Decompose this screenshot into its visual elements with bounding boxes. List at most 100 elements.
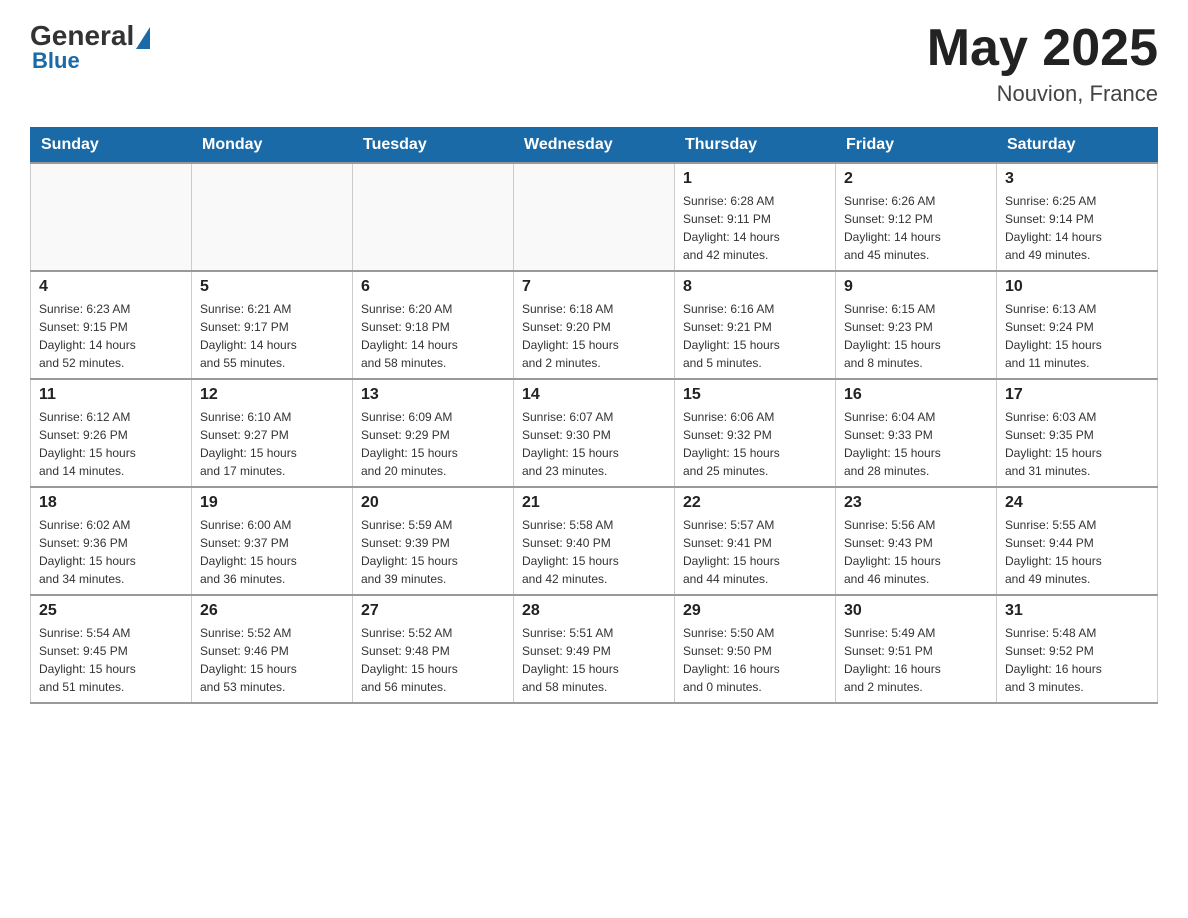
logo-triangle-icon	[136, 27, 150, 49]
day-number: 16	[844, 386, 988, 404]
day-info: Sunrise: 5:48 AMSunset: 9:52 PMDaylight:…	[1005, 624, 1149, 696]
calendar-table: Sunday Monday Tuesday Wednesday Thursday…	[30, 127, 1158, 704]
table-row: 30 Sunrise: 5:49 AMSunset: 9:51 PMDayligh…	[836, 595, 997, 703]
day-info: Sunrise: 6:23 AMSunset: 9:15 PMDaylight:…	[39, 300, 183, 372]
day-info: Sunrise: 6:00 AMSunset: 9:37 PMDaylight:…	[200, 516, 344, 588]
table-row: 9Sunrise: 6:15 AMSunset: 9:23 PMDaylight…	[836, 271, 997, 379]
table-row	[31, 163, 192, 271]
table-row: 21 Sunrise: 5:58 AMSunset: 9:40 PMDayligh…	[514, 487, 675, 595]
table-row: 3Sunrise: 6:25 AMSunset: 9:14 PMDaylight…	[997, 163, 1158, 271]
day-info: Sunrise: 5:55 AMSunset: 9:44 PMDaylight:…	[1005, 516, 1149, 588]
table-row: 17 Sunrise: 6:03 AMSunset: 9:35 PMDayligh…	[997, 379, 1158, 487]
table-row: 28 Sunrise: 5:51 AMSunset: 9:49 PMDayligh…	[514, 595, 675, 703]
day-info: Sunrise: 5:52 AMSunset: 9:46 PMDaylight:…	[200, 624, 344, 696]
day-info: Sunrise: 5:56 AMSunset: 9:43 PMDaylight:…	[844, 516, 988, 588]
day-info: Sunrise: 6:26 AMSunset: 9:12 PMDaylight:…	[844, 192, 988, 264]
table-row: 14 Sunrise: 6:07 AMSunset: 9:30 PMDayligh…	[514, 379, 675, 487]
day-info: Sunrise: 6:03 AMSunset: 9:35 PMDaylight:…	[1005, 408, 1149, 480]
table-row: 2 Sunrise: 6:26 AMSunset: 9:12 PMDaylight…	[836, 163, 997, 271]
day-info: Sunrise: 5:52 AMSunset: 9:48 PMDaylight:…	[361, 624, 505, 696]
table-row: 19Sunrise: 6:00 AMSunset: 9:37 PMDayligh…	[192, 487, 353, 595]
day-info: Sunrise: 6:10 AMSunset: 9:27 PMDaylight:…	[200, 408, 344, 480]
day-number: 28	[522, 602, 666, 620]
day-info: Sunrise: 5:57 AMSunset: 9:41 PMDaylight:…	[683, 516, 827, 588]
table-row: 11Sunrise: 6:12 AMSunset: 9:26 PMDayligh…	[31, 379, 192, 487]
col-friday: Friday	[836, 128, 997, 164]
day-info: Sunrise: 6:07 AMSunset: 9:30 PMDaylight:…	[522, 408, 666, 480]
day-number: 8	[683, 278, 827, 296]
day-number: 13	[361, 386, 505, 404]
table-row: 7 Sunrise: 6:18 AMSunset: 9:20 PMDaylight…	[514, 271, 675, 379]
table-row	[514, 163, 675, 271]
day-info: Sunrise: 6:15 AMSunset: 9:23 PMDaylight:…	[844, 300, 988, 372]
day-info: Sunrise: 6:25 AMSunset: 9:14 PMDaylight:…	[1005, 192, 1149, 264]
table-row: 31 Sunrise: 5:48 AMSunset: 9:52 PMDayligh…	[997, 595, 1158, 703]
table-row: 1Sunrise: 6:28 AMSunset: 9:11 PMDaylight…	[675, 163, 836, 271]
table-row: 29Sunrise: 5:50 AMSunset: 9:50 PMDayligh…	[675, 595, 836, 703]
day-number: 10	[1005, 278, 1149, 296]
day-info: Sunrise: 6:13 AMSunset: 9:24 PMDaylight:…	[1005, 300, 1149, 372]
day-info: Sunrise: 5:51 AMSunset: 9:49 PMDaylight:…	[522, 624, 666, 696]
table-row: 5Sunrise: 6:21 AMSunset: 9:17 PMDaylight…	[192, 271, 353, 379]
table-row: 18 Sunrise: 6:02 AMSunset: 9:36 PMDayligh…	[31, 487, 192, 595]
day-info: Sunrise: 5:59 AMSunset: 9:39 PMDaylight:…	[361, 516, 505, 588]
table-row: 4Sunrise: 6:23 AMSunset: 9:15 PMDaylight…	[31, 271, 192, 379]
table-row: 8 Sunrise: 6:16 AMSunset: 9:21 PMDaylight…	[675, 271, 836, 379]
logo: General Blue	[30, 20, 150, 74]
table-row: 20Sunrise: 5:59 AMSunset: 9:39 PMDayligh…	[353, 487, 514, 595]
col-saturday: Saturday	[997, 128, 1158, 164]
day-number: 14	[522, 386, 666, 404]
table-row: 26 Sunrise: 5:52 AMSunset: 9:46 PMDayligh…	[192, 595, 353, 703]
day-info: Sunrise: 6:21 AMSunset: 9:17 PMDaylight:…	[200, 300, 344, 372]
day-number: 25	[39, 602, 183, 620]
day-number: 18	[39, 494, 183, 512]
day-info: Sunrise: 6:06 AMSunset: 9:32 PMDaylight:…	[683, 408, 827, 480]
table-row: 15 Sunrise: 6:06 AMSunset: 9:32 PMDayligh…	[675, 379, 836, 487]
table-row	[353, 163, 514, 271]
day-number: 15	[683, 386, 827, 404]
day-number: 26	[200, 602, 344, 620]
day-number: 23	[844, 494, 988, 512]
day-number: 22	[683, 494, 827, 512]
table-row: 25Sunrise: 5:54 AMSunset: 9:45 PMDayligh…	[31, 595, 192, 703]
title-section: May 2025 Nouvion, France	[927, 20, 1158, 107]
table-row: 27 Sunrise: 5:52 AMSunset: 9:48 PMDayligh…	[353, 595, 514, 703]
col-thursday: Thursday	[675, 128, 836, 164]
col-tuesday: Tuesday	[353, 128, 514, 164]
calendar-week-row: 4Sunrise: 6:23 AMSunset: 9:15 PMDaylight…	[31, 271, 1158, 379]
day-number: 12	[200, 386, 344, 404]
day-number: 24	[1005, 494, 1149, 512]
location-subtitle: Nouvion, France	[927, 81, 1158, 107]
day-number: 6	[361, 278, 505, 296]
day-info: Sunrise: 6:16 AMSunset: 9:21 PMDaylight:…	[683, 300, 827, 372]
calendar-week-row: 18 Sunrise: 6:02 AMSunset: 9:36 PMDayligh…	[31, 487, 1158, 595]
day-info: Sunrise: 6:02 AMSunset: 9:36 PMDaylight:…	[39, 516, 183, 588]
table-row: 24 Sunrise: 5:55 AMSunset: 9:44 PMDayligh…	[997, 487, 1158, 595]
day-info: Sunrise: 6:12 AMSunset: 9:26 PMDaylight:…	[39, 408, 183, 480]
day-info: Sunrise: 6:04 AMSunset: 9:33 PMDaylight:…	[844, 408, 988, 480]
table-row: 16 Sunrise: 6:04 AMSunset: 9:33 PMDayligh…	[836, 379, 997, 487]
col-monday: Monday	[192, 128, 353, 164]
day-number: 27	[361, 602, 505, 620]
table-row: 22 Sunrise: 5:57 AMSunset: 9:41 PMDayligh…	[675, 487, 836, 595]
page-header: General Blue May 2025 Nouvion, France	[30, 20, 1158, 107]
day-info: Sunrise: 6:18 AMSunset: 9:20 PMDaylight:…	[522, 300, 666, 372]
day-info: Sunrise: 5:49 AMSunset: 9:51 PMDaylight:…	[844, 624, 988, 696]
day-number: 30	[844, 602, 988, 620]
day-number: 2	[844, 170, 988, 188]
day-number: 7	[522, 278, 666, 296]
day-info: Sunrise: 5:50 AMSunset: 9:50 PMDaylight:…	[683, 624, 827, 696]
table-row: 10 Sunrise: 6:13 AMSunset: 9:24 PMDayligh…	[997, 271, 1158, 379]
day-number: 1	[683, 170, 827, 188]
table-row: 12 Sunrise: 6:10 AMSunset: 9:27 PMDayligh…	[192, 379, 353, 487]
calendar-week-row: 1Sunrise: 6:28 AMSunset: 9:11 PMDaylight…	[31, 163, 1158, 271]
col-sunday: Sunday	[31, 128, 192, 164]
day-number: 31	[1005, 602, 1149, 620]
calendar-header-row: Sunday Monday Tuesday Wednesday Thursday…	[31, 128, 1158, 164]
day-number: 17	[1005, 386, 1149, 404]
logo-blue: Blue	[32, 48, 80, 74]
day-info: Sunrise: 6:09 AMSunset: 9:29 PMDaylight:…	[361, 408, 505, 480]
day-info: Sunrise: 5:58 AMSunset: 9:40 PMDaylight:…	[522, 516, 666, 588]
calendar-week-row: 11Sunrise: 6:12 AMSunset: 9:26 PMDayligh…	[31, 379, 1158, 487]
day-number: 21	[522, 494, 666, 512]
